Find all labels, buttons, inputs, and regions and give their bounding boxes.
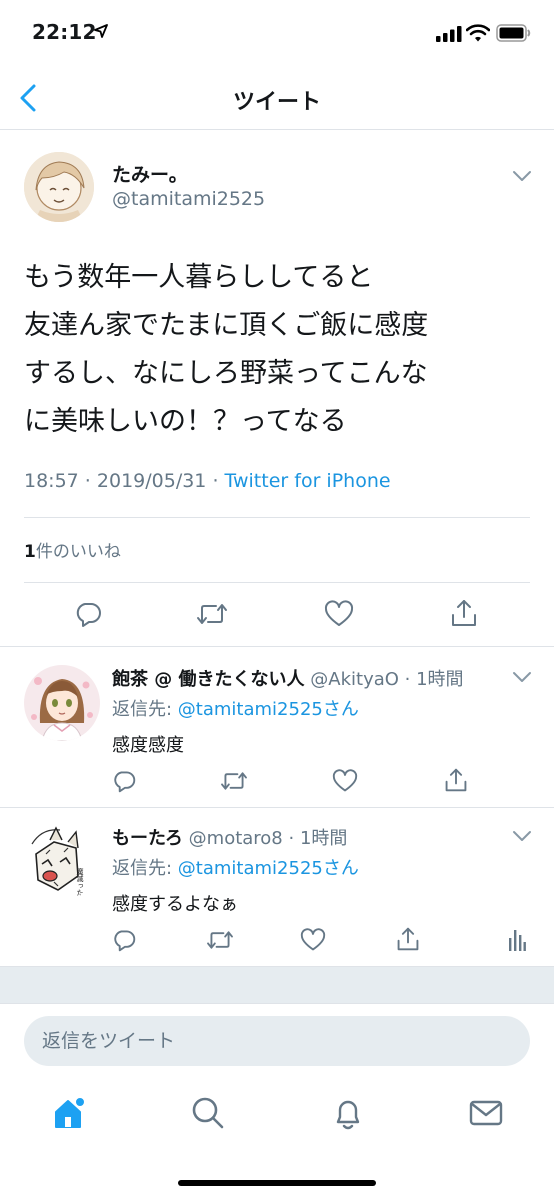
reply-to-mention-link[interactable]: @tamitami2525さん — [178, 858, 359, 879]
share-icon[interactable] — [396, 926, 420, 952]
share-icon[interactable] — [444, 767, 468, 793]
wifi-icon — [466, 24, 490, 42]
messages-icon[interactable] — [468, 1095, 504, 1131]
status-time: 22:12 — [32, 20, 97, 44]
like-icon[interactable] — [332, 769, 358, 793]
reply-to-label: 返信先: — [112, 699, 178, 720]
reply-icon[interactable] — [112, 769, 136, 793]
reply-header: 飽茶 @ 働きたくない人 @AkityaO · 1時間 — [112, 665, 464, 691]
reply-tweet[interactable]: 飽茶 @ 働きたくない人 @AkityaO · 1時間 返信先: @tamita… — [0, 647, 554, 808]
reply-time: 1時間 — [299, 828, 348, 849]
compose-bar: 返信をツイート — [0, 1003, 554, 1077]
reply-author-name[interactable]: 飽茶 @ 働きたくない人 — [112, 669, 305, 690]
tweet-date: 2019/05/31 — [96, 470, 207, 492]
dropdown-chevron-icon[interactable] — [512, 830, 532, 842]
reply-to-label: 返信先: — [112, 858, 178, 879]
tweet-line: するし、なにしろ野菜ってこんな — [24, 358, 428, 389]
dropdown-chevron-icon[interactable] — [512, 671, 532, 683]
retweet-icon[interactable] — [196, 600, 228, 628]
like-icon[interactable] — [300, 928, 326, 952]
dropdown-chevron-icon[interactable] — [512, 170, 532, 182]
reply-icon[interactable] — [112, 928, 136, 952]
notifications-icon[interactable] — [330, 1095, 366, 1131]
share-icon[interactable] — [450, 598, 478, 628]
reply-to-mention-link[interactable]: @tamitami2525さん — [178, 699, 359, 720]
author-name[interactable]: たみー。 — [112, 160, 188, 187]
meta-separator: · — [78, 470, 97, 492]
meta-separator: · — [206, 470, 225, 492]
reply-tweet[interactable]: 魔滅ったい もーたろ @motaro8 · 1時間 返信先: @tamitami… — [0, 808, 554, 967]
avatar-text: 魔滅ったい — [76, 867, 84, 900]
meta-separator: · — [398, 669, 417, 690]
home-icon[interactable] — [52, 1095, 88, 1131]
home-indicator[interactable] — [178, 1180, 376, 1186]
reply-time: 1時間 — [416, 669, 464, 690]
main-tweet: たみー。 @tamitami2525 もう数年一人暮らししてると 友達ん家でたま… — [0, 130, 554, 647]
tweet-source-link[interactable]: Twitter for iPhone — [225, 470, 391, 492]
reply-text: 感度するよなぁ — [112, 894, 238, 915]
tweet-line: 友達ん家でたまに頂くご飯に感度 — [24, 310, 429, 341]
retweet-icon[interactable] — [206, 928, 234, 952]
likes-label: 件のいいね — [35, 542, 121, 562]
location-arrow-icon — [94, 24, 108, 38]
reply-to: 返信先: @tamitami2525さん — [112, 854, 359, 880]
author-handle[interactable]: @tamitami2525 — [112, 188, 265, 210]
likes-count[interactable]: 1件のいいね — [24, 537, 121, 562]
reply-author-handle[interactable]: @motaro8 — [189, 828, 283, 849]
meta-separator: · — [282, 828, 300, 849]
status-bar: 22:12 — [0, 0, 554, 66]
tweet-text: もう数年一人暮らししてると 友達ん家でたまに頂くご飯に感度 するし、なにしろ野菜… — [24, 254, 524, 446]
avatar[interactable] — [24, 665, 100, 741]
analytics-icon[interactable] — [508, 926, 526, 952]
reply-to: 返信先: @tamitami2525さん — [112, 695, 359, 721]
avatar[interactable] — [24, 152, 94, 222]
battery-icon — [496, 24, 531, 42]
tweet-line: もう数年一人暮らししてると — [24, 262, 374, 293]
reply-text: 感度感度 — [112, 735, 184, 756]
avatar[interactable]: 魔滅ったい — [24, 824, 100, 900]
tweet-line: に美味しいの！？ってなる — [24, 406, 347, 437]
signal-icon — [436, 26, 462, 42]
reply-compose-input[interactable]: 返信をツイート — [24, 1016, 530, 1066]
reply-header: もーたろ @motaro8 · 1時間 — [112, 824, 347, 850]
retweet-icon[interactable] — [220, 769, 248, 793]
tweet-time: 18:57 — [24, 470, 79, 492]
reply-icon[interactable] — [74, 600, 102, 628]
divider — [24, 582, 530, 583]
tweet-meta: 18:57 · 2019/05/31 · Twitter for iPhone — [24, 470, 391, 492]
search-icon[interactable] — [190, 1095, 226, 1131]
divider — [24, 517, 530, 518]
nav-bar: ツイート — [0, 66, 554, 130]
likes-number: 1 — [24, 542, 36, 562]
reply-author-handle[interactable]: @AkityaO — [310, 669, 399, 690]
like-icon[interactable] — [324, 600, 354, 628]
page-title: ツイート — [232, 90, 321, 115]
section-separator — [0, 967, 554, 1003]
reply-author-name[interactable]: もーたろ — [112, 828, 183, 849]
